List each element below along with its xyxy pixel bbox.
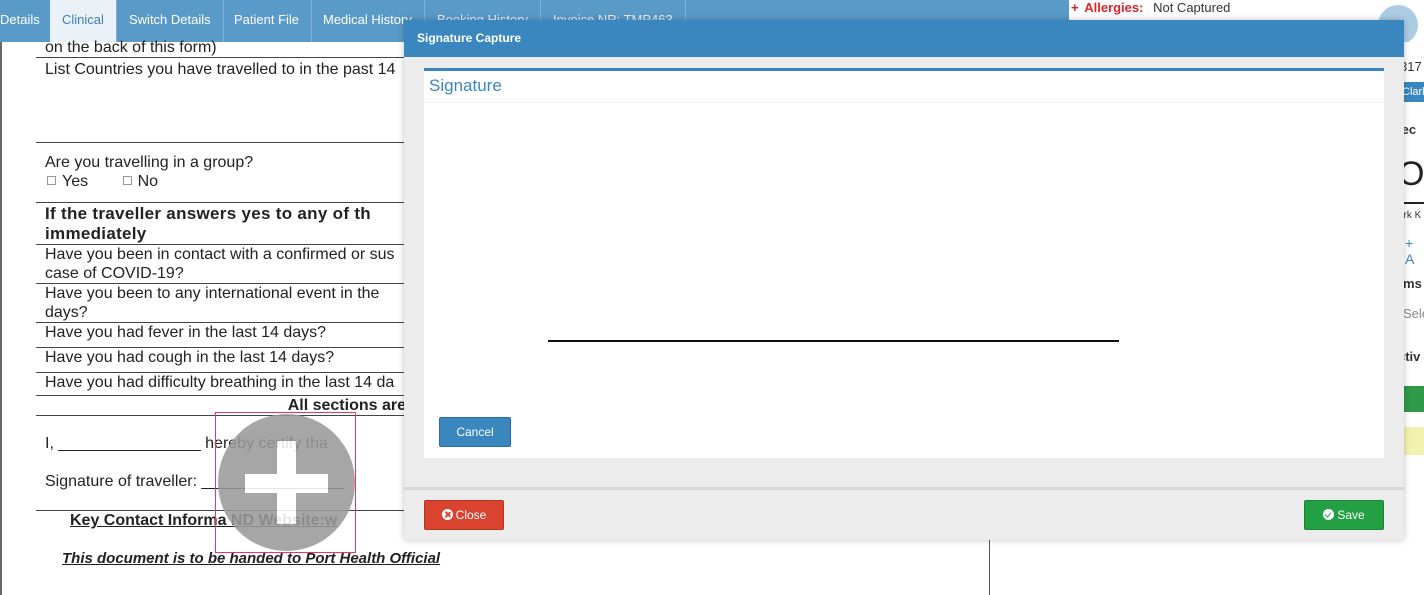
allergies-expand-icon[interactable]: + xyxy=(1071,0,1079,15)
tab-switch-details[interactable]: Switch Details xyxy=(117,0,224,42)
signature-panel-title: Signature xyxy=(429,76,502,95)
side-select-input[interactable]: Sele xyxy=(1403,306,1424,321)
add-fab-button[interactable] xyxy=(218,414,355,551)
side-green-button[interactable] xyxy=(1403,386,1424,412)
form-row-event: Have you been to any international event… xyxy=(36,284,416,323)
modal-footer-divider xyxy=(404,487,1404,490)
form-row-countries: List Countries you have travelled to in … xyxy=(36,58,416,143)
check-circle-icon xyxy=(1323,509,1335,520)
cancel-button[interactable]: Cancel xyxy=(439,417,511,447)
document-border xyxy=(0,42,2,595)
signature-baseline xyxy=(548,340,1119,342)
group-question: Are you travelling in a group? xyxy=(45,154,254,171)
plus-icon-vertical xyxy=(277,441,296,524)
close-label: Close xyxy=(455,508,487,522)
close-button[interactable]: Close xyxy=(424,500,504,530)
app-root: Details Clinical Switch Details Patient … xyxy=(0,0,1424,595)
tab-clinical[interactable]: Clinical xyxy=(50,0,117,42)
form-row-top: on the back of this form) xyxy=(36,38,416,58)
allergies-value: Not Captured xyxy=(1153,0,1231,15)
tab-patient-file[interactable]: Patient File xyxy=(222,0,313,42)
modal-title: Signature Capture xyxy=(404,20,1404,57)
form-row-fever: Have you had fever in the last 14 days? xyxy=(36,323,416,348)
save-button[interactable]: Save xyxy=(1304,500,1384,530)
signature-panel: Signature Cancel xyxy=(424,68,1384,458)
signature-pad[interactable] xyxy=(424,103,1384,403)
signature-capture-modal: Signature Capture Signature Cancel Close… xyxy=(404,20,1404,540)
side-yellow-box xyxy=(1403,427,1424,455)
tab-details[interactable]: Details xyxy=(0,0,53,42)
form-row-breathing: Have you had difficulty breathing in the… xyxy=(36,373,416,396)
form-row-contact: Have you been in contact with a confirme… xyxy=(36,245,416,284)
form-row-if-yes: If the traveller answers yes to any of t… xyxy=(36,203,416,245)
form-row-group: Are you travelling in a group? Yes No xyxy=(36,143,416,203)
yes-checkbox[interactable] xyxy=(47,176,56,185)
no-checkbox[interactable] xyxy=(122,176,132,185)
allergies-label: Allergies: xyxy=(1084,0,1144,15)
allergies-bar: + Allergies: Not Captured xyxy=(1069,0,1424,20)
form-row-cough: Have you had cough in the last 14 days? xyxy=(36,348,416,373)
no-label: No xyxy=(137,173,159,190)
save-label: Save xyxy=(1337,508,1365,522)
times-circle-icon xyxy=(441,509,453,520)
side-add-link[interactable]: + A xyxy=(1405,235,1424,267)
yes-label: Yes xyxy=(62,173,89,190)
